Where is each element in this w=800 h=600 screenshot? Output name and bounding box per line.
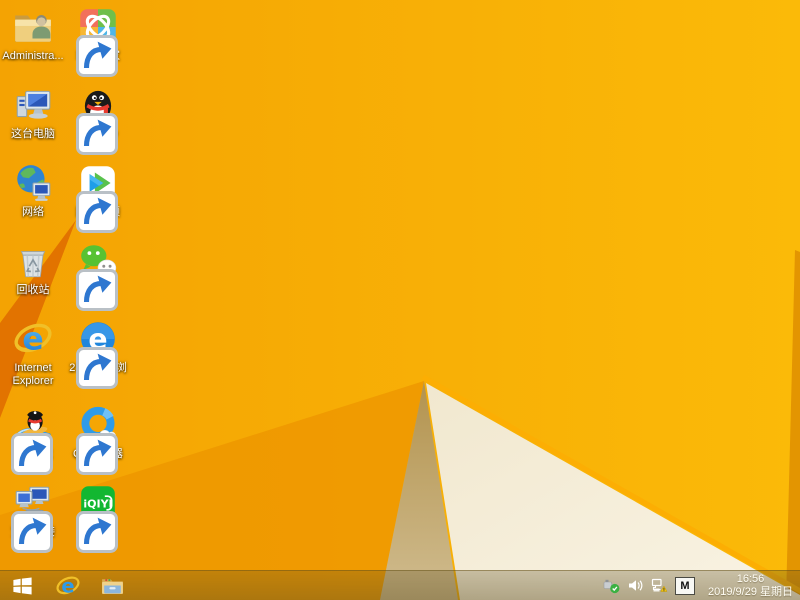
qq-games-icon: [11, 404, 54, 475]
browser-2345-icon: e: [76, 318, 119, 389]
shortcut-arrow-icon: [76, 433, 118, 475]
network-warning-icon[interactable]: [651, 577, 668, 594]
internet-explorer-icon: e: [12, 318, 54, 360]
desktop-icon-recycle-bin[interactable]: 回收站: [0, 240, 66, 297]
shortcut-arrow-icon: [76, 113, 118, 155]
ime-indicator[interactable]: M: [675, 576, 695, 595]
iqiyi-icon: iQIYI: [76, 482, 119, 553]
desktop-icon-label: 这台电脑: [11, 128, 55, 140]
desktop-icon-qq-games[interactable]: QQ游戏: [0, 404, 66, 475]
recycle-bin-icon: [12, 240, 54, 282]
start-button[interactable]: [0, 571, 45, 600]
shortcut-arrow-icon: [76, 269, 118, 311]
shortcut-arrow-icon: [11, 511, 53, 553]
shortcut-arrow-icon: [11, 433, 53, 475]
desktop-icon-software-manager[interactable]: 软件管家: [65, 6, 131, 77]
software-manager-icon: [76, 6, 119, 77]
taskbar-file-explorer-button[interactable]: [90, 571, 135, 600]
shortcut-arrow-icon: [76, 511, 118, 553]
desktop-icon-label: Internet Explorer: [12, 362, 54, 387]
desktop-icon-this-pc[interactable]: 这台电脑: [0, 84, 66, 141]
desktop-icon-tencent-qq[interactable]: 腾讯QQ: [65, 84, 131, 155]
desktop-icon-user-folder[interactable]: Administra...: [0, 6, 66, 63]
volume-icon[interactable]: [627, 577, 644, 594]
internet-explorer-icon: e: [55, 574, 80, 597]
desktop-icon-wechat[interactable]: 微信: [65, 240, 131, 311]
windows-desktop: { "wallpaper": { "colors": { "amber_left…: [0, 0, 800, 600]
usb-safely-remove-icon[interactable]: [603, 577, 620, 594]
shortcut-arrow-icon: [76, 347, 118, 389]
taskbar: e M 16:56 2019/9/29 星期日: [0, 570, 800, 600]
desktop-icon-label: Administra...: [2, 50, 64, 62]
desktop-icon-qq-browser[interactable]: QQ浏览器: [65, 404, 131, 475]
desktop-icon-label: 回收站: [16, 284, 50, 296]
desktop-icon-tencent-video[interactable]: 腾讯视频: [65, 162, 131, 233]
clock-time: 16:56: [736, 572, 765, 585]
wechat-icon: [76, 240, 119, 311]
clock-date: 2019/9/29 星期日: [708, 585, 793, 598]
taskbar-internet-explorer-button[interactable]: e: [45, 571, 90, 600]
this-pc-icon: [12, 84, 54, 126]
tencent-qq-icon: [76, 84, 119, 155]
desktop-icon-label: 网络: [22, 206, 44, 218]
desktop-icon-network[interactable]: 网络: [0, 162, 66, 219]
svg-text:e: e: [61, 574, 74, 597]
broadband-icon: [11, 482, 54, 553]
shortcut-arrow-icon: [76, 35, 118, 77]
svg-text:e: e: [22, 322, 43, 358]
desktop-icon-browser-2345[interactable]: e 2345加速浏览器: [65, 318, 131, 389]
shortcut-arrow-icon: [76, 191, 118, 233]
svg-text:iQIYI: iQIYI: [83, 498, 112, 511]
tencent-video-icon: [76, 162, 119, 233]
desktop-icon-broadband[interactable]: 宽带连接: [0, 482, 66, 553]
desktop-icon-internet-explorer[interactable]: e Internet Explorer: [0, 318, 66, 388]
qq-browser-icon: [76, 404, 119, 475]
windows-logo-icon: [13, 577, 32, 595]
user-folder-icon: [12, 6, 54, 48]
desktop-icon-iqiyi[interactable]: iQIYI 爱奇艺: [65, 482, 131, 553]
system-tray: M 16:56 2019/9/29 星期日: [603, 571, 800, 600]
taskbar-clock[interactable]: 16:56 2019/9/29 星期日: [708, 573, 793, 599]
file-explorer-icon: [102, 579, 123, 594]
network-icon: [12, 162, 54, 204]
